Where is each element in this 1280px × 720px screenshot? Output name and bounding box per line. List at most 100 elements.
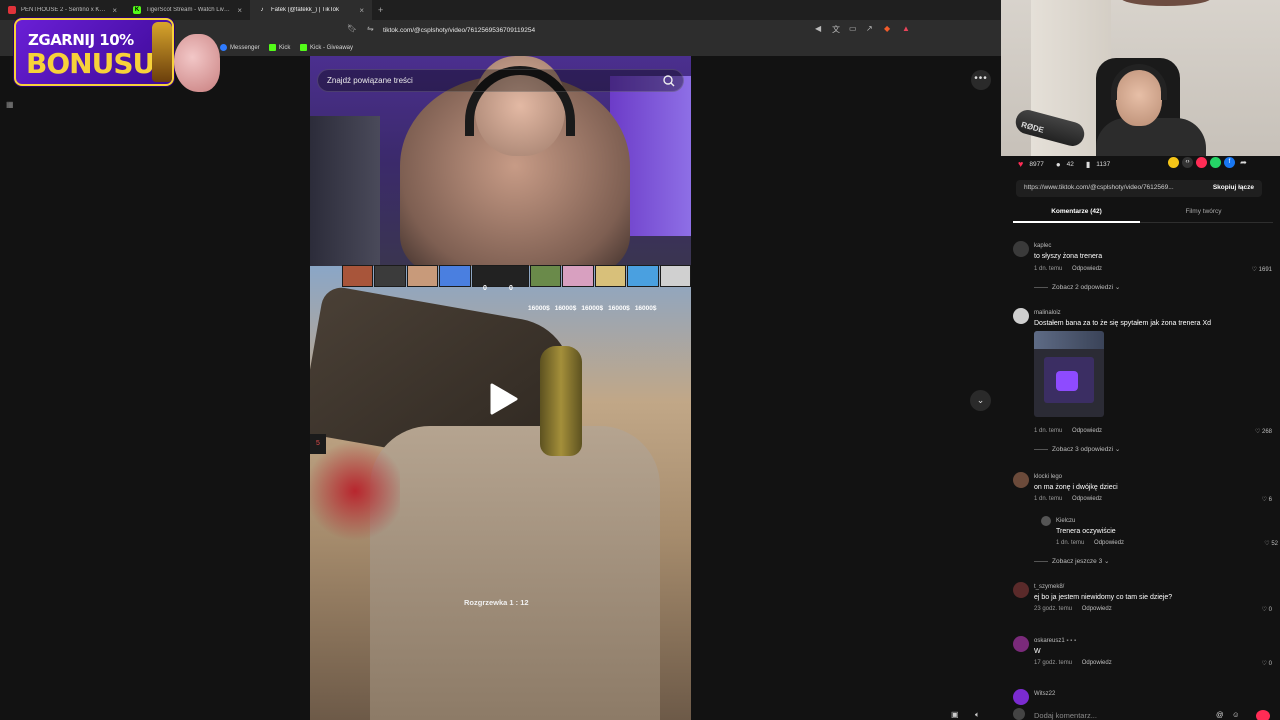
right-backdrop [691, 56, 1001, 720]
share-icon[interactable]: ↗ [866, 24, 873, 33]
kick-icon: K [133, 6, 141, 14]
sound-icon[interactable]: ◀︎ [815, 24, 821, 33]
active-tab-underline [1013, 221, 1140, 223]
comment-likes[interactable]: ♡ 6 [1262, 496, 1272, 503]
translate-icon[interactable]: 文 [832, 24, 840, 35]
comment-likes[interactable]: ♡ 0 [1262, 606, 1272, 613]
avatar[interactable] [1041, 516, 1051, 526]
brave-shield-icon[interactable]: ◆ [884, 24, 890, 33]
player-leg [370, 426, 660, 720]
brave-rewards-icon[interactable]: ▲ [902, 24, 910, 33]
comment-image[interactable] [1034, 331, 1104, 417]
url-field[interactable]: tiktok.com/@csplshoty/video/761256953670… [383, 27, 535, 34]
comment-stat[interactable]: ● 42 [1056, 160, 1074, 169]
volume-icon[interactable]: 🔈︎ [975, 710, 980, 720]
comment-text: ej bo ja jestem niewidomy co tam sie dzi… [1034, 594, 1173, 601]
play-icon[interactable] [486, 382, 520, 416]
reply-button[interactable]: Odpowiedz [1072, 496, 1102, 502]
left-backdrop: ▦ [0, 56, 310, 720]
tab-title: TigerScot Stream - Watch Live on Kick [146, 7, 233, 13]
facebook-icon[interactable]: f [1224, 157, 1235, 168]
comment-user[interactable]: t_szymek8/ [1034, 584, 1064, 590]
comment-user[interactable]: oskareusz1 ▪ ▪ ▪ [1034, 638, 1076, 644]
comment: klocki lego on ma żonę i dwójkę dzieci 1… [1013, 472, 1278, 568]
reply-button[interactable]: Odpowiedz [1094, 540, 1124, 546]
comment-likes[interactable]: ♡ 1691 [1252, 266, 1272, 273]
comment-likes[interactable]: ♡ 268 [1255, 428, 1272, 435]
reply-button[interactable]: Odpowiedz [1082, 660, 1112, 666]
mention-icon[interactable]: @ [1216, 710, 1224, 719]
comment-meta: 1 dn. temu Odpowiedz [1034, 496, 1103, 502]
avatar[interactable] [1013, 241, 1029, 257]
webcam-overlay: RØDE [1001, 0, 1280, 156]
search-icon[interactable] [661, 73, 677, 89]
like-stat[interactable]: ♥ 8977 [1018, 159, 1044, 169]
comment-meta: 1 dn. temu Odpowiedz [1034, 428, 1103, 434]
view-replies[interactable]: Zobacz 2 odpowiedzi ⌄ [1034, 283, 1120, 291]
comment-user[interactable]: Witsz22 [1034, 691, 1055, 697]
apps-icon: ▦ [6, 100, 14, 109]
captions-icon[interactable]: ▣ [951, 710, 959, 719]
team-hud [342, 265, 691, 299]
post-button[interactable] [1256, 710, 1270, 720]
warmup-timer: Rozgrzewka 1 : 12 [464, 598, 529, 607]
youtube-icon [8, 6, 16, 14]
view-more-replies[interactable]: Zobacz jeszcze 3 ⌄ [1034, 557, 1109, 565]
search-input[interactable]: Znajdź powiązane treści [327, 76, 413, 85]
save-stat[interactable]: ▮ 1137 [1086, 160, 1110, 169]
reply-button[interactable]: Odpowiedz [1072, 428, 1102, 434]
bookmark-icon[interactable]: 🔖︎ [347, 24, 357, 33]
repost-icon[interactable] [1196, 157, 1207, 168]
video-link[interactable]: https://www.tiktok.com/@csplshoty/video/… [1024, 184, 1204, 191]
player-portrait [659, 265, 691, 287]
close-icon[interactable]: × [112, 6, 117, 15]
comment-icon: ● [1055, 159, 1061, 169]
embed-icon[interactable]: ‹› [1182, 157, 1193, 168]
tab-kick-stream[interactable]: K TigerScot Stream - Watch Live on Kick … [125, 0, 250, 20]
new-tab-button[interactable]: + [372, 5, 389, 15]
next-video-button[interactable]: ⌄ [970, 390, 991, 411]
avatar[interactable] [1013, 308, 1029, 324]
bookmark-messenger[interactable]: Messenger [220, 44, 260, 51]
bookmark-kick-giveaway[interactable]: Kick - Giveaway [300, 44, 353, 51]
share-icon[interactable]: ➦ [1238, 157, 1249, 168]
player-portrait [374, 265, 406, 287]
comment-input[interactable]: Dodaj komentarz... [1034, 711, 1097, 720]
tiktok-icon: ♪ [260, 7, 264, 13]
copy-link-button[interactable]: Skopiuj łącze [1213, 184, 1254, 191]
tab-penthouse[interactable]: PENTHOUSE 2 - Sentino x Koneser > × [0, 0, 125, 20]
bookmark-kick[interactable]: Kick [269, 44, 290, 51]
money-value: 16000$ [608, 305, 630, 312]
comment-user[interactable]: klocki lego [1034, 474, 1062, 480]
screen: PENTHOUSE 2 - Sentino x Koneser > × K Ti… [0, 0, 1280, 720]
comment-composer: Dodaj komentarz... @ ☺ [1013, 706, 1280, 720]
avatar[interactable] [1013, 582, 1029, 598]
more-options-button[interactable]: ••• [971, 70, 991, 90]
avatar[interactable] [1013, 689, 1029, 705]
emoji-icon[interactable]: ☺ [1232, 710, 1240, 719]
heart-icon: ♥ [1018, 159, 1024, 169]
emoji-icon[interactable] [1168, 157, 1179, 168]
promo-banner[interactable]: ZGARNIJ 10% BONUSU [14, 18, 220, 92]
close-icon[interactable]: × [237, 6, 242, 15]
comment-likes[interactable]: ♡ 0 [1262, 660, 1272, 667]
reply-likes[interactable]: ♡ 52 [1264, 540, 1278, 547]
reply-user[interactable]: Kielczu [1056, 518, 1075, 524]
comment-user[interactable]: kaplec [1034, 243, 1051, 249]
comment-user[interactable]: malinaloiz [1034, 310, 1061, 316]
tab-tiktok[interactable]: ♪ Fatek (@fatekk_) | TikTok × [250, 0, 372, 20]
tab-creator-videos[interactable]: Filmy twórcy [1140, 208, 1267, 215]
avatar[interactable] [1013, 636, 1029, 652]
view-replies[interactable]: Zobacz 3 odpowiedzi ⌄ [1034, 445, 1120, 453]
reply-button[interactable]: Odpowiedz [1082, 606, 1112, 612]
site-info-icon[interactable]: ⇋ [367, 24, 374, 33]
avatar[interactable] [1013, 472, 1029, 488]
emoji-badges: ▪ ▪ ▪ [1066, 638, 1077, 644]
whatsapp-icon[interactable] [1210, 157, 1221, 168]
tab-comments[interactable]: Komentarze (42) [1013, 208, 1140, 215]
window-icon[interactable]: ▭ [849, 24, 857, 33]
close-icon[interactable]: × [359, 6, 364, 15]
reply-button[interactable]: Odpowiedz [1072, 266, 1102, 272]
related-search[interactable]: Znajdź powiązane treści [317, 69, 684, 92]
money-value: 16000$ [528, 305, 550, 312]
